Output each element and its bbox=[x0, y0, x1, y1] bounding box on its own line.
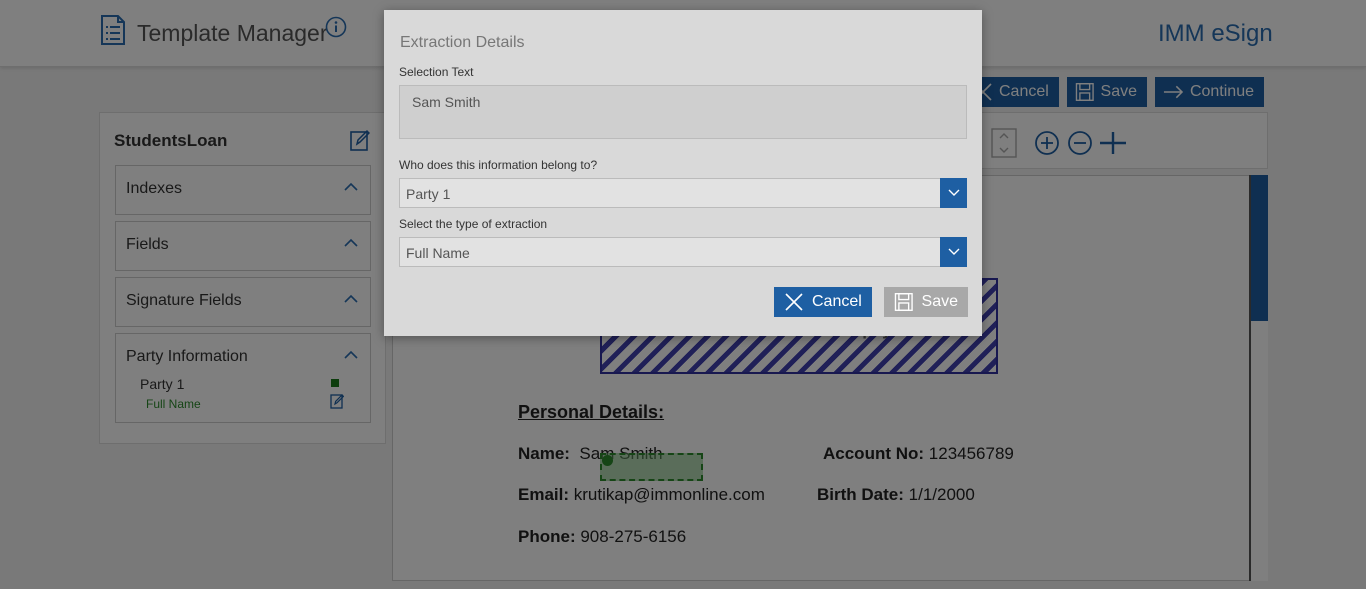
selection-text-field[interactable]: Sam Smith bbox=[399, 85, 967, 139]
dialog-cancel-label: Cancel bbox=[812, 293, 862, 310]
dialog-title: Extraction Details bbox=[400, 34, 525, 51]
party-select[interactable]: Party 1 bbox=[399, 178, 967, 208]
belong-to-label: Who does this information belong to? bbox=[399, 158, 598, 172]
dialog-save-button[interactable]: Save bbox=[884, 287, 968, 317]
dialog-cancel-button[interactable]: Cancel bbox=[774, 287, 872, 317]
chevron-down-icon[interactable] bbox=[940, 178, 967, 208]
extraction-type-value: Full Name bbox=[406, 245, 470, 261]
save-icon bbox=[894, 293, 913, 311]
close-icon bbox=[785, 293, 803, 311]
chevron-down-icon[interactable] bbox=[940, 237, 967, 267]
dialog-save-label: Save bbox=[921, 293, 958, 310]
extraction-type-select[interactable]: Full Name bbox=[399, 237, 967, 267]
extraction-details-dialog: Extraction Details Selection Text Sam Sm… bbox=[384, 10, 982, 336]
selection-text-label: Selection Text bbox=[399, 65, 474, 79]
extraction-type-label: Select the type of extraction bbox=[399, 217, 548, 231]
party-select-value: Party 1 bbox=[406, 186, 451, 202]
